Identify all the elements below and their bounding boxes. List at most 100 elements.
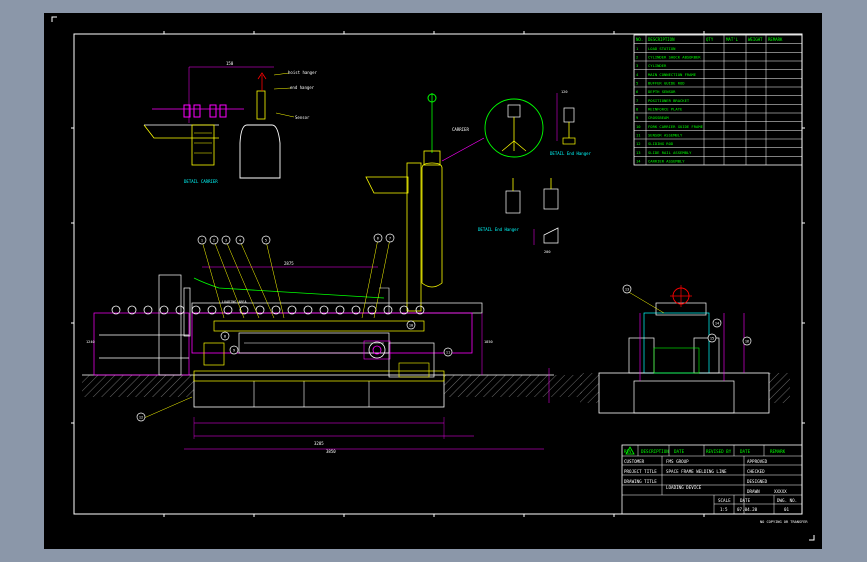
rev-h-4: DATE [740, 449, 751, 454]
rev-h-3: REVISED BY [706, 449, 732, 454]
note-end-hanger: end hanger [290, 85, 315, 90]
hanging-carrier: CARRIER [365, 93, 544, 312]
scale-value: 1:5 [720, 507, 728, 512]
parts-cell-11-0: 12 [636, 141, 641, 146]
balloon-label-4: 5 [265, 238, 267, 242]
parts-cell-3-0: 4 [636, 72, 639, 77]
dwg-value: 01 [784, 507, 790, 512]
balloon-label-15: 16 [745, 339, 749, 343]
parts-cell-2-0: 3 [636, 63, 638, 68]
balloon-label-2: 3 [225, 238, 227, 242]
parts-cell-1-0: 2 [636, 55, 638, 60]
customer-label: CUSTOMER [624, 459, 645, 464]
footer-note: NO COPYING OR TRANSFER [760, 520, 808, 524]
rev-h-2: DATE [674, 449, 685, 454]
parts-cell-10-0: 11 [636, 133, 641, 138]
dim-overall-length: 3850 [326, 449, 336, 454]
scale-label: SCALE [718, 498, 731, 503]
parts-cell-4-0: 5 [636, 81, 638, 86]
detail-carrier: 150 hoist hanger end hanger Sensor DETAI… [143, 61, 317, 184]
side-view [580, 285, 790, 414]
parts-cell-3-1: MAIN CONNECTION FRAME [648, 72, 697, 77]
project-value: SPACE FRAME WELDING LINE [666, 469, 727, 474]
parts-cell-9-1: FORK CARRIER GUIDE FRAME [648, 124, 704, 129]
parts-cell-8-1: CROSSBEAM [648, 115, 669, 120]
checked-label: CHECKED [747, 469, 765, 474]
balloon-label-1: 2 [213, 238, 215, 242]
rev-h-5: REMARK [770, 449, 786, 454]
parts-cell-7-0: 8 [636, 107, 639, 112]
note-carrier: CARRIER [452, 127, 469, 132]
dim-side-height: 1850 [484, 340, 493, 344]
customer-value: FMS GROUP [666, 459, 689, 464]
parts-cell-1-1: CYLINDER SHOCK ABSORBER [648, 55, 701, 60]
dim-top-carrier: 150 [226, 61, 234, 66]
parts-cell-12-1: SLIDE RAIL ASSEMBLY [648, 150, 692, 155]
balloon-label-9: 10 [409, 323, 413, 327]
dim-end-hanger-1: 120 [561, 90, 568, 94]
dim-left-height: 1240 [86, 340, 95, 344]
note-sensor: Sensor [295, 115, 310, 120]
parts-cell-4-1: BUFFER GUIDE ROD [648, 81, 685, 86]
balloon-label-11: 12 [139, 415, 143, 419]
balloon-label-3: 4 [239, 238, 241, 242]
balloon-label-12: 13 [625, 287, 629, 291]
parts-cell-8-0: 9 [636, 115, 639, 120]
balloon-label-10: 11 [446, 350, 450, 354]
parts-cell-11-1: SLIDING ROD [648, 141, 674, 146]
dim-base-length: 3285 [314, 441, 324, 446]
balloon-label-13: 14 [715, 321, 719, 325]
dim-top-length: 2875 [284, 261, 294, 266]
parts-cell-13-1: CARRIER ASSEMBLY [648, 159, 685, 164]
parts-header-1: DESCRIPTION [648, 37, 675, 42]
main-front-view: 2875 3285 3850 1850 1240 LOADING AREA [82, 238, 582, 454]
caption-detail-end-hanger-1: DETAIL End Hanger [550, 151, 592, 156]
parts-cell-6-1: POSITIONER BRACKET [648, 98, 690, 103]
balloon-label-0: 1 [201, 238, 203, 242]
dim-end-hanger-2: 200 [544, 250, 551, 254]
drawing-value: LOADING DEVICE [666, 485, 702, 490]
drawing-label: DRAWING TITLE [624, 479, 657, 484]
parts-cell-13-0: 14 [636, 159, 641, 164]
parts-cell-5-0: 6 [636, 89, 639, 94]
date-label: DATE [740, 498, 751, 503]
detail-end-hanger-1: 120 DETAIL End Hanger [550, 90, 592, 156]
parts-header-2: QTY [706, 37, 714, 42]
balloon-label-8: 9 [233, 348, 235, 352]
parts-header-4: WEIGHT [748, 37, 763, 42]
parts-cell-7-1: REINFORCE PLATE [648, 107, 683, 112]
note-loading-area: LOADING AREA [222, 300, 247, 304]
project-label: PROJECT TITLE [624, 469, 657, 474]
parts-cell-5-1: DEPTH SENSOR [648, 89, 676, 94]
drawing-border [73, 33, 803, 515]
parts-cell-0-0: 1 [636, 46, 639, 51]
parts-header-3: MAT'L [726, 37, 739, 42]
note-hoist-hanger: hoist hanger [288, 70, 317, 75]
balloon-label-7: 8 [224, 334, 226, 338]
caption-detail-end-hanger-2: DETAIL End Hanger [478, 227, 520, 232]
drawn-value: XXXXX [774, 489, 787, 494]
drawn-label: DRAWN [747, 489, 760, 494]
balloon-label-5: 6 [377, 236, 379, 240]
detail-end-hanger-2: DETAIL End Hanger 200 [478, 178, 559, 254]
cad-viewport[interactable]: NO. DESCRIPTION QTY MAT'L WEIGHT REMARK 1 LOAD … [44, 13, 822, 549]
parts-cell-9-0: 10 [636, 124, 641, 129]
parts-cell-6-0: 7 [636, 98, 638, 103]
balloon-label-6: 7 [389, 236, 391, 240]
parts-cell-10-1: SENSOR ASSEMBLY [648, 133, 683, 138]
border-ticks [71, 31, 805, 517]
balloon-label-14: 15 [710, 336, 714, 340]
parts-header-0: NO. [636, 37, 643, 42]
parts-cell-0-1: LOAD STATION [648, 46, 676, 51]
designed-label: DESIGNED [747, 479, 768, 484]
dwg-label: DWG. NO. [777, 498, 797, 503]
rev-h-1: DESCRIPTION [641, 449, 669, 454]
cad-drawing: NO. DESCRIPTION QTY MAT'L WEIGHT REMARK 1 LOAD … [51, 16, 815, 541]
title-block: REV DESCRIPTION DATE REVISED BY DATE REM… [621, 444, 808, 524]
rev-h-0: REV [624, 449, 632, 454]
parts-table: NO. DESCRIPTION QTY MAT'L WEIGHT REMARK 1 LOAD … [633, 34, 803, 166]
date-value: 07.04.20 [737, 507, 758, 512]
parts-cell-12-0: 13 [636, 150, 641, 155]
caption-detail-carrier: DETAIL CARRIER [184, 179, 218, 184]
parts-header-5: REMARK [768, 37, 783, 42]
